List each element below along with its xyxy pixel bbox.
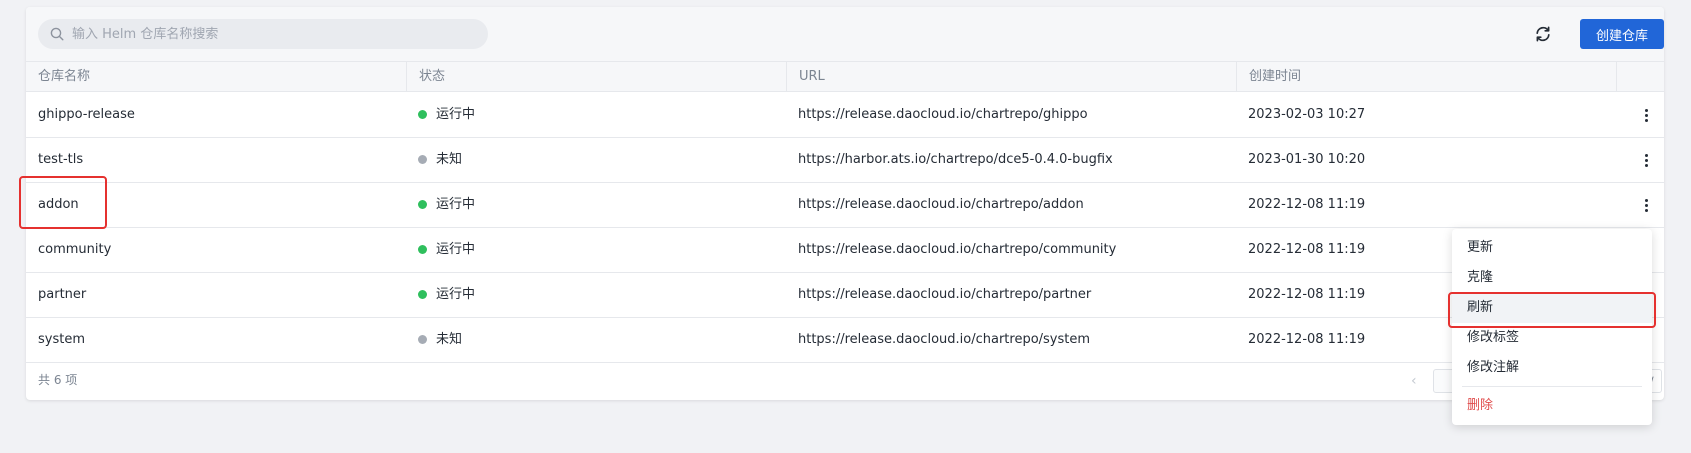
status-text: 运行中 <box>436 107 476 122</box>
status-dot <box>418 335 427 344</box>
total-count: 共 6 项 <box>38 373 78 387</box>
repo-url: https://release.daocloud.io/chartrepo/sy… <box>798 332 1091 347</box>
menu-item-refresh[interactable]: 刷新 <box>1452 293 1652 323</box>
search-icon <box>50 27 64 41</box>
table-row: addon 运行中 https://release.daocloud.io/ch… <box>26 182 1664 228</box>
menu-item-delete[interactable]: 删除 <box>1452 391 1652 421</box>
status-dot <box>418 110 427 119</box>
more-actions-icon[interactable] <box>1636 104 1656 126</box>
table-row: partner 运行中 https://release.daocloud.io/… <box>26 272 1664 318</box>
toolbar: 创建仓库 <box>26 7 1664 62</box>
table-row: ghippo-release 运行中 https://release.daocl… <box>26 92 1664 138</box>
create-repo-button[interactable]: 创建仓库 <box>1580 19 1664 49</box>
table-row: community 运行中 https://release.daocloud.i… <box>26 227 1664 273</box>
menu-item-update[interactable]: 更新 <box>1452 233 1652 263</box>
created-time: 2023-02-03 10:27 <box>1248 107 1366 122</box>
repo-name: system <box>38 332 85 347</box>
status-text: 运行中 <box>436 242 476 257</box>
more-actions-icon[interactable] <box>1636 194 1656 216</box>
column-header-actions <box>1616 62 1664 91</box>
search-input[interactable] <box>70 25 474 43</box>
status-dot <box>418 290 427 299</box>
menu-item-clone[interactable]: 克隆 <box>1452 263 1652 293</box>
repo-url: https://release.daocloud.io/chartrepo/gh… <box>798 107 1088 122</box>
repo-url: https://release.daocloud.io/chartrepo/co… <box>798 242 1117 257</box>
status-text: 运行中 <box>436 197 476 212</box>
repo-panel: 创建仓库 仓库名称 状态 URL 创建时间 ghippo-release 运行中… <box>26 7 1664 400</box>
repo-url: https://release.daocloud.io/chartrepo/pa… <box>798 287 1092 302</box>
status-dot <box>418 155 427 164</box>
table-header: 仓库名称 状态 URL 创建时间 <box>26 62 1664 92</box>
refresh-icon <box>1536 26 1550 42</box>
status-cell: 运行中 <box>406 92 786 137</box>
repo-name: partner <box>38 287 87 302</box>
menu-item-edit-annotations[interactable]: 修改注解 <box>1452 353 1652 383</box>
status-text: 未知 <box>436 332 463 347</box>
repo-name: addon <box>38 197 79 212</box>
created-time: 2023-01-30 10:20 <box>1248 152 1366 167</box>
status-dot <box>418 245 427 254</box>
repo-name: community <box>38 242 112 257</box>
repo-name: test-tls <box>38 152 84 167</box>
created-time: 2022-12-08 11:19 <box>1248 197 1366 212</box>
repo-url: https://release.daocloud.io/chartrepo/ad… <box>798 197 1084 212</box>
status-cell: 运行中 <box>406 182 786 227</box>
prev-page-icon[interactable]: ‹ <box>1411 374 1421 388</box>
status-text: 未知 <box>436 152 463 167</box>
column-header-name[interactable]: 仓库名称 <box>26 62 406 91</box>
status-cell: 未知 <box>406 137 786 182</box>
column-header-status[interactable]: 状态 <box>406 62 786 91</box>
search-box[interactable] <box>38 19 488 49</box>
status-cell: 未知 <box>406 317 786 362</box>
status-dot <box>418 200 427 209</box>
repo-name: ghippo-release <box>38 107 135 122</box>
table-footer: 共 6 项 ‹ ∨ <box>26 361 1664 400</box>
menu-divider <box>1462 386 1642 387</box>
status-text: 运行中 <box>436 287 476 302</box>
more-actions-icon[interactable] <box>1636 149 1656 171</box>
status-cell: 运行中 <box>406 227 786 272</box>
column-header-created[interactable]: 创建时间 <box>1236 62 1616 91</box>
column-header-url[interactable]: URL <box>786 62 1236 91</box>
repo-url: https://harbor.ats.io/chartrepo/dce5-0.4… <box>798 152 1113 167</box>
status-cell: 运行中 <box>406 272 786 317</box>
table-row: system 未知 https://release.daocloud.io/ch… <box>26 317 1664 363</box>
menu-item-edit-labels[interactable]: 修改标签 <box>1452 323 1652 353</box>
row-actions-menu: 更新 克隆 刷新 修改标签 修改注解 删除 <box>1452 229 1652 425</box>
refresh-button[interactable] <box>1530 21 1556 47</box>
table-row: test-tls 未知 https://harbor.ats.io/chartr… <box>26 137 1664 183</box>
